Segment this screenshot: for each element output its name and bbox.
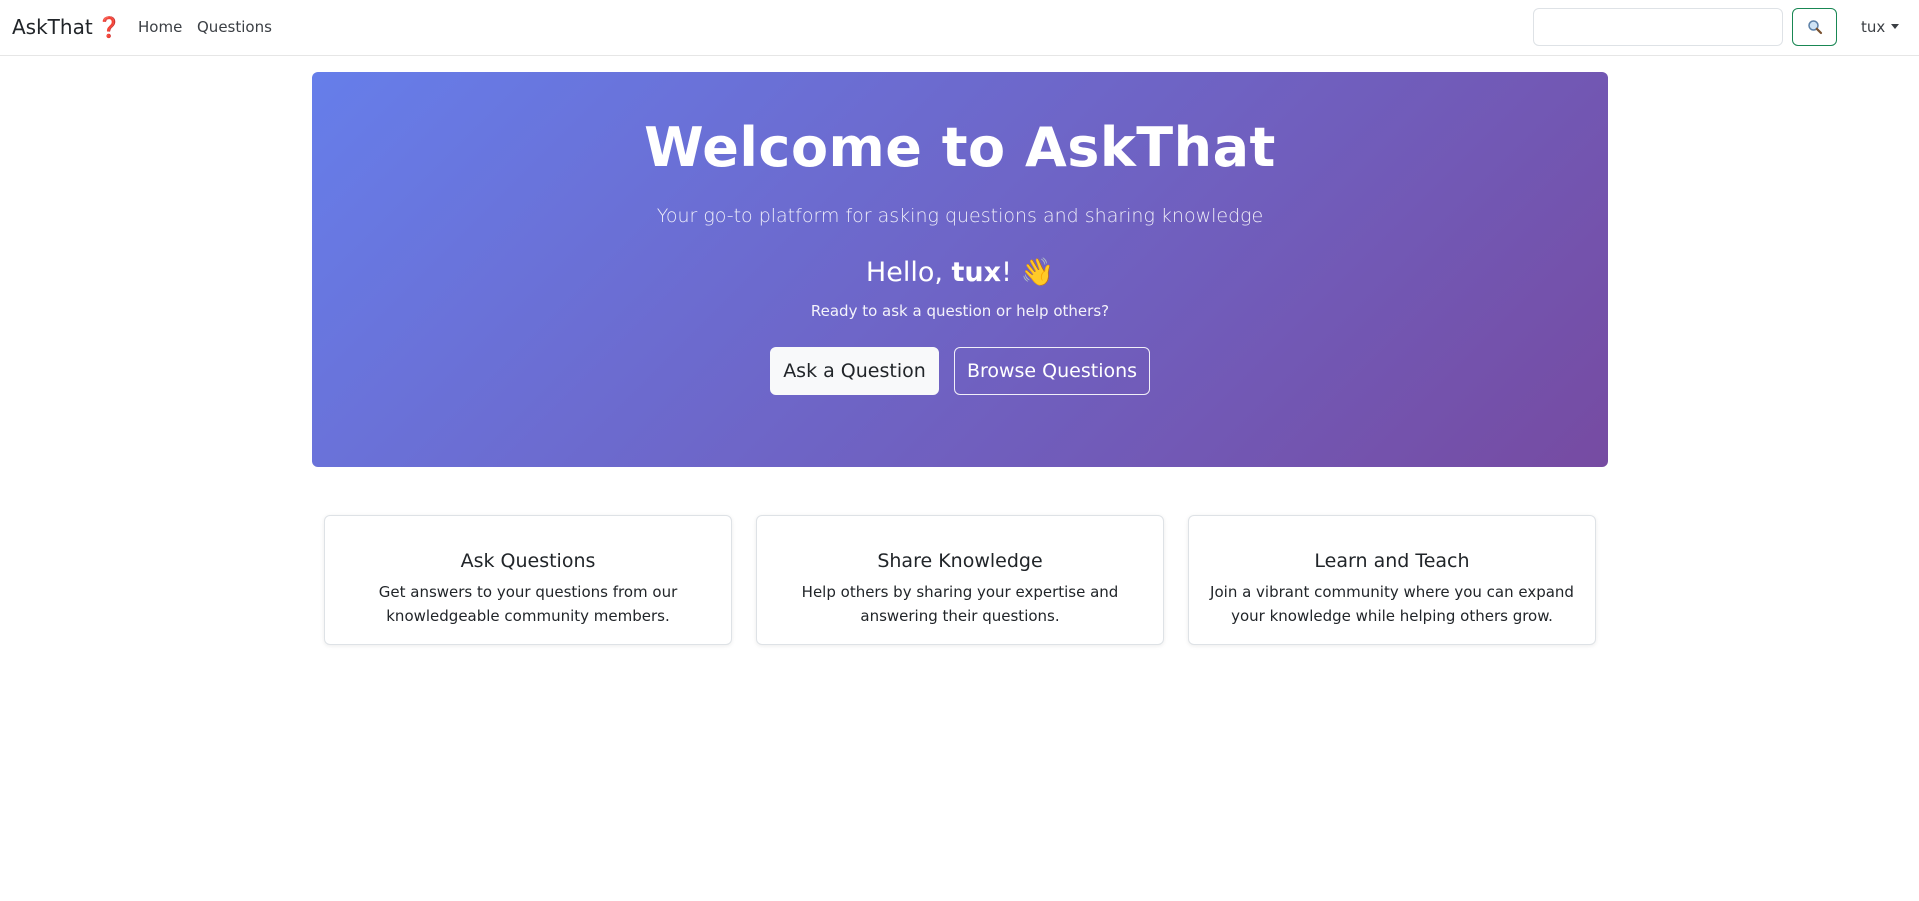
feature-card-text: Join a vibrant community where you can e… — [1210, 583, 1574, 625]
user-menu-toggle[interactable]: tux — [1861, 18, 1900, 36]
feature-card-title: Ask Questions — [460, 550, 596, 572]
hero-prompt: Ready to ask a question or help others? — [810, 302, 1110, 320]
ask-question-button[interactable]: Ask a Question — [770, 347, 939, 395]
hero-subtitle: Your go-to platform for asking questions… — [656, 205, 1264, 227]
greeting-suffix: ! 👋 — [1001, 257, 1055, 288]
nav-link-questions[interactable]: Questions — [197, 18, 272, 36]
greeting-username: tux — [951, 257, 1002, 288]
feature-card-share-knowledge: Share Knowledge Help others by sharing y… — [756, 515, 1164, 645]
navbar: AskThat ❓ Home Questions tux — [0, 0, 1919, 56]
brand-name: AskThat — [12, 15, 93, 39]
greeting-prefix: Hello, — [865, 257, 952, 288]
feature-card-text: Help others by sharing your expertise an… — [801, 583, 1119, 625]
feature-card-text: Get answers to your questions from our k… — [378, 583, 678, 625]
user-menu-label: tux — [1861, 18, 1886, 36]
feature-card-title: Share Knowledge — [877, 550, 1043, 572]
hero-greeting: Hello, tux! 👋 — [312, 256, 1608, 290]
caret-down-icon — [1891, 24, 1900, 29]
feature-card-title: Learn and Teach — [1314, 550, 1470, 572]
hero-title: Welcome to AskThat — [644, 116, 1276, 179]
search-input[interactable] — [1533, 8, 1783, 46]
feature-card-learn-and-teach: Learn and Teach Join a vibrant community… — [1188, 515, 1596, 645]
brand-link[interactable]: AskThat ❓ — [12, 14, 122, 40]
search-icon — [1807, 20, 1822, 35]
browse-questions-button[interactable]: Browse Questions — [954, 347, 1150, 395]
feature-card-ask-questions: Ask Questions Get answers to your questi… — [324, 515, 732, 645]
nav-link-home[interactable]: Home — [138, 18, 182, 36]
search-button[interactable] — [1792, 8, 1837, 46]
question-mark-icon: ❓ — [96, 15, 122, 39]
hero-banner: Welcome to AskThat Your go-to platform f… — [312, 72, 1608, 467]
